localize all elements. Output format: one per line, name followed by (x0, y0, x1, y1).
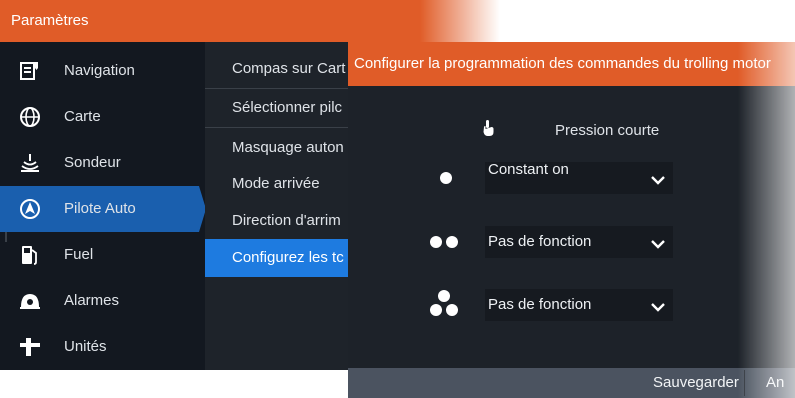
sidebar-item-carte[interactable]: Carte (0, 94, 205, 140)
save-button[interactable]: Sauvegarder (650, 368, 742, 398)
chevron-down-icon (651, 299, 665, 316)
sidebar-item-navigation[interactable]: Navigation (0, 48, 205, 94)
dropdown-value: Pas de fonction (488, 296, 592, 313)
sidebar: Navigation Carte Sondeur Pilote Auto Fue (0, 42, 206, 370)
sidebar-item-label: Sondeur (64, 154, 121, 171)
chevron-down-icon (651, 236, 665, 253)
sidebar-item-label: Navigation (64, 62, 135, 79)
dialog-footer: Sauvegarder An (348, 368, 795, 398)
globe-icon (18, 105, 42, 129)
sidebar-item-unites[interactable]: Unités (0, 324, 205, 370)
hand-pointer-icon (482, 120, 496, 141)
dropdown-value: Pas de fonction (488, 233, 592, 250)
window-title: Paramètres (0, 0, 795, 42)
autopilot-icon (18, 197, 42, 221)
units-icon (18, 335, 42, 359)
triple-dot-icon (430, 290, 460, 318)
sidebar-item-label: Alarmes (64, 292, 120, 309)
triple-press-action-dropdown[interactable]: Pas de fonction (485, 289, 673, 321)
divider (744, 370, 745, 396)
trolling-motor-dialog: Configurer la programmation des commande… (348, 42, 795, 398)
sidebar-item-alarmes[interactable]: Alarmes (0, 278, 205, 324)
alarm-icon (18, 289, 42, 313)
dropdown-value: Constant on (488, 161, 569, 178)
sidebar-item-fuel[interactable]: Fuel (0, 232, 205, 278)
sidebar-item-label: Fuel (64, 246, 94, 263)
navigation-icon (18, 59, 42, 83)
sidebar-item-label: Unités (64, 338, 107, 355)
fuel-pump-icon (18, 243, 42, 267)
sidebar-item-label: Carte (64, 108, 101, 125)
column-header-short-press: Pression courte (555, 122, 660, 139)
dialog-title: Configurer la programmation des commande… (348, 42, 795, 86)
sidebar-item-sondeur[interactable]: Sondeur (0, 140, 205, 186)
chevron-down-icon (651, 172, 665, 189)
sidebar-item-label: Pilote Auto (64, 200, 136, 217)
cancel-button[interactable]: An (763, 368, 787, 398)
double-press-action-dropdown[interactable]: Pas de fonction (485, 226, 673, 258)
single-dot-icon (440, 172, 454, 186)
single-press-action-dropdown[interactable]: Constant on (485, 162, 673, 194)
sidebar-item-pilote-auto[interactable]: Pilote Auto (0, 186, 206, 232)
double-dot-icon (430, 236, 460, 250)
sonar-icon (18, 151, 42, 175)
